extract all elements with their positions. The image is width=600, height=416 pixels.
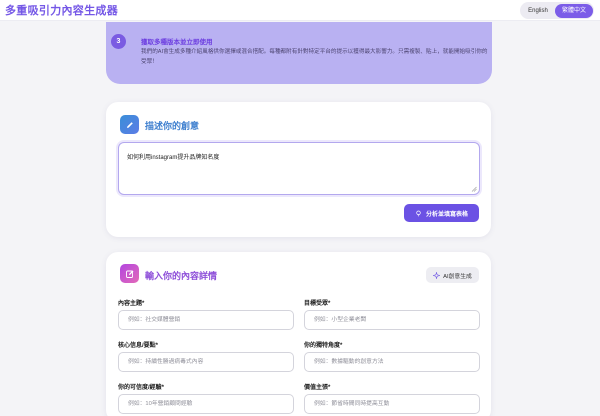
unique-angle-input[interactable] <box>304 352 480 372</box>
step-title: 獲取多種版本並立即使用 <box>141 39 213 46</box>
app-header: 多重吸引力內容生成器 English 繁體中文 <box>0 0 600 21</box>
ai-generate-button-label: AI創意生成 <box>443 273 472 280</box>
pencil-icon <box>120 115 139 134</box>
resize-grip-icon[interactable] <box>471 186 477 192</box>
language-chinese-button[interactable]: 繁體中文 <box>555 3 593 18</box>
details-card-title: 輸入你的內容詳情 <box>145 271 218 281</box>
value-prop-input[interactable] <box>304 394 480 414</box>
idea-card: 描述你的創意 如何利用instagram提升品牌知名度 分析並填寫表格 <box>106 102 491 237</box>
ai-generate-button[interactable]: AI創意生成 <box>426 267 479 283</box>
app-title: 多重吸引力內容生成器 <box>5 5 118 17</box>
core-message-input[interactable] <box>118 352 294 372</box>
lightbulb-icon <box>416 210 421 216</box>
idea-card-title: 描述你的創意 <box>145 121 200 131</box>
topic-label: 內容主題* <box>118 301 145 307</box>
edit-icon <box>120 264 139 283</box>
step-number-badge: 3 <box>111 34 126 49</box>
step-description: 我們的AI會生成多種介紹風格供你選擇或混合搭配。每種都附有針對特定平台的提示以獲… <box>141 49 488 65</box>
idea-textarea[interactable]: 如何利用instagram提升品牌知名度 <box>118 142 480 195</box>
topic-input[interactable] <box>118 310 294 330</box>
content-details-card: 輸入你的內容詳情 AI創意生成 內容主題* 目標受眾* 核心信息/要點* 你的獨… <box>106 252 491 416</box>
language-english-button[interactable]: English <box>521 4 555 18</box>
analyze-button-label: 分析並填寫表格 <box>425 211 468 218</box>
language-switcher: English 繁體中文 <box>520 2 594 19</box>
credibility-label: 你的可信度/經驗* <box>118 385 165 391</box>
analyze-button[interactable]: 分析並填寫表格 <box>404 204 479 222</box>
credibility-input[interactable] <box>118 394 294 414</box>
unique-angle-label: 你的獨特角度* <box>304 343 343 349</box>
step-banner: 3 獲取多種版本並立即使用 我們的AI會生成多種介紹風格供你選擇或混合搭配。每種… <box>106 22 492 84</box>
value-prop-label: 價值主張* <box>304 385 331 391</box>
idea-text: 如何利用instagram提升品牌知名度 <box>127 155 220 161</box>
sparkle-icon <box>433 271 441 279</box>
audience-input[interactable] <box>304 310 480 330</box>
audience-label: 目標受眾* <box>304 301 331 307</box>
core-message-label: 核心信息/要點* <box>118 343 159 349</box>
